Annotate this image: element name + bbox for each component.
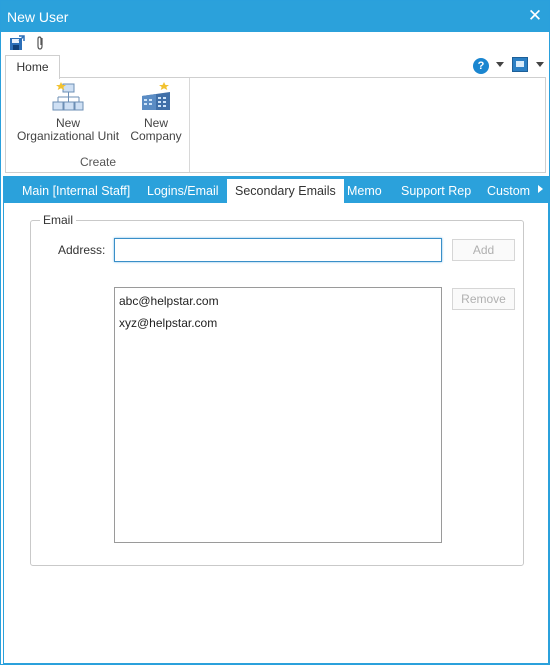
email-group-legend: Email (40, 213, 77, 227)
create-group: New Organizational Unit New Company Crea… (6, 78, 190, 172)
ribbon-tab-strip: Home ? (1, 54, 549, 79)
chevron-down-icon[interactable] (496, 62, 504, 67)
tab-memo[interactable]: Memo (339, 179, 390, 203)
email-list[interactable]: abc@helpstar.com xyz@helpstar.com (114, 287, 442, 543)
address-input[interactable] (114, 238, 442, 262)
record-tab-bar: Main [Internal Staff] Logins/Email Secon… (3, 176, 549, 203)
org-chart-icon (52, 82, 84, 114)
tab-support-rep[interactable]: Support Rep (393, 179, 479, 203)
ribbon-panel: New Organizational Unit New Company Crea… (5, 77, 546, 173)
list-item[interactable]: xyz@helpstar.com (115, 315, 441, 337)
building-icon (140, 82, 172, 114)
attachment-icon[interactable] (33, 35, 49, 51)
tab-secondary-emails[interactable]: Secondary Emails (227, 179, 344, 203)
create-group-label: Create (79, 155, 117, 169)
window-title: New User (7, 9, 69, 25)
address-label: Address: (58, 243, 106, 257)
new-company-line2: Company (130, 129, 182, 143)
new-company-button[interactable]: New Company (128, 82, 184, 143)
tab-logins-email[interactable]: Logins/Email (139, 179, 227, 203)
new-user-window: New User ✕ Home ? New Organizational Uni… (0, 0, 550, 665)
email-groupbox: Email Address: Add Remove abc@helpstar.c… (30, 213, 524, 566)
tab-main-internal-staff[interactable]: Main [Internal Staff] (14, 179, 138, 203)
help-icon[interactable]: ? (473, 58, 489, 74)
new-organizational-unit-button[interactable]: New Organizational Unit (14, 82, 122, 143)
quick-access-toolbar (1, 32, 549, 54)
tab-home[interactable]: Home (5, 55, 60, 79)
chevron-down-icon[interactable] (536, 62, 544, 67)
list-item[interactable]: abc@helpstar.com (115, 293, 441, 315)
new-org-unit-line2: Organizational Unit (16, 129, 120, 143)
tab-scroll-right-icon[interactable] (538, 185, 543, 193)
add-button[interactable]: Add (452, 239, 515, 261)
save-close-icon[interactable] (9, 35, 25, 51)
tab-custom[interactable]: Custom (479, 179, 538, 203)
screen-layout-icon[interactable] (512, 57, 528, 72)
close-icon[interactable]: ✕ (527, 6, 543, 26)
title-bar: New User ✕ (1, 1, 549, 32)
remove-button[interactable]: Remove (452, 288, 515, 310)
secondary-emails-panel: Email Address: Add Remove abc@helpstar.c… (3, 203, 549, 664)
